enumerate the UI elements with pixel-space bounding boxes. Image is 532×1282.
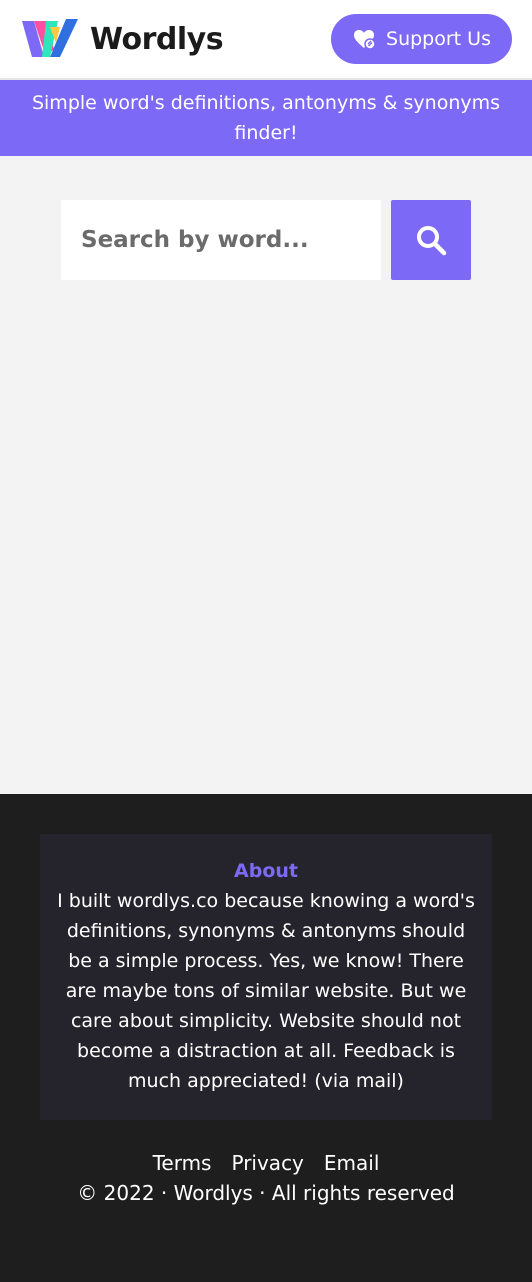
- about-section: About I built wordlys.co because knowing…: [40, 834, 492, 1120]
- about-title: About: [234, 860, 298, 882]
- support-us-label: Support Us: [386, 28, 491, 50]
- heart-hand-icon: [354, 30, 376, 50]
- brand-name: Wordlys: [90, 21, 224, 57]
- footer-link-privacy[interactable]: Privacy: [231, 1148, 303, 1178]
- search-button[interactable]: [391, 200, 471, 280]
- footer-link-email[interactable]: Email: [324, 1148, 380, 1178]
- footer-links: Terms Privacy Email: [0, 1148, 532, 1178]
- search-icon: [417, 226, 447, 256]
- about-text: I built wordlys.co because knowing a wor…: [57, 890, 475, 1092]
- search-bar: [61, 200, 471, 280]
- site-header: Wordlys Support Us: [0, 0, 532, 80]
- tagline-banner: Simple word's definitions, antonyms & sy…: [0, 80, 532, 156]
- site-footer: About I built wordlys.co because knowing…: [0, 794, 532, 1282]
- main-content: [0, 156, 532, 794]
- tagline-text: Simple word's definitions, antonyms & sy…: [31, 92, 501, 144]
- support-us-button[interactable]: Support Us: [331, 14, 512, 64]
- brand[interactable]: Wordlys: [20, 17, 224, 61]
- copyright-text: © 2022 · Wordlys · All rights reserved: [77, 1181, 455, 1205]
- footer-link-terms[interactable]: Terms: [153, 1148, 212, 1178]
- search-input[interactable]: [61, 200, 381, 280]
- wordlys-logo-icon: [22, 19, 78, 57]
